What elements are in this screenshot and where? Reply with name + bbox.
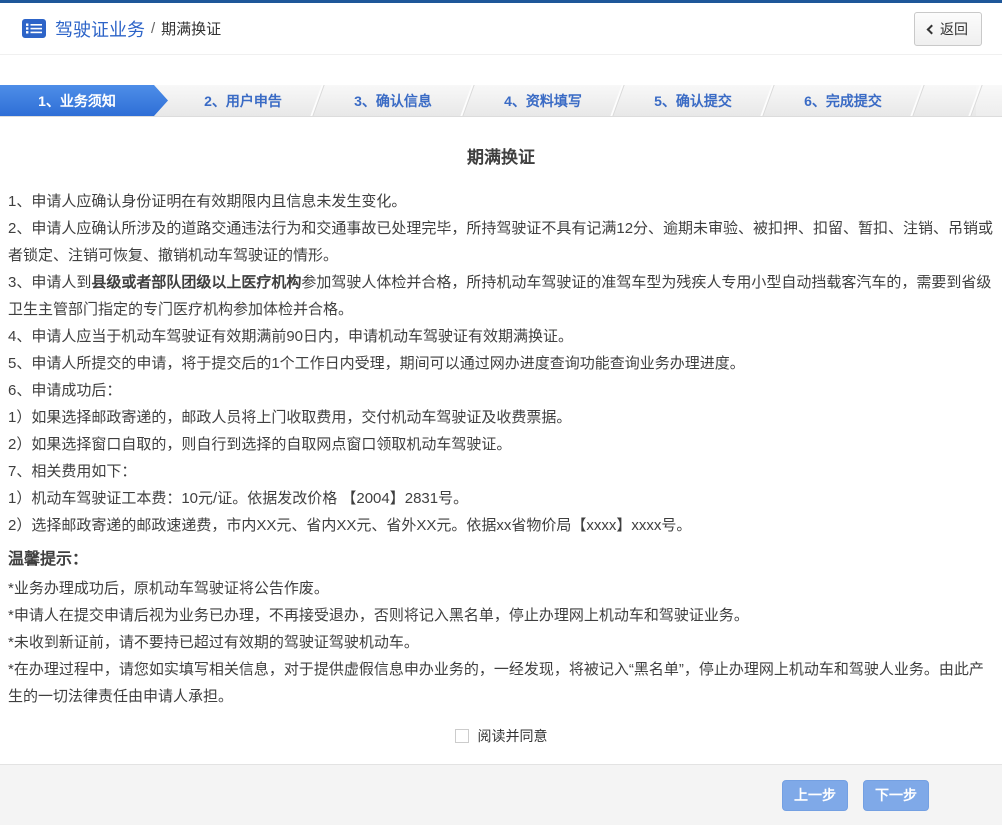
step-label: 3、确认信息 — [354, 92, 432, 109]
step-6-complete-submit: 6、完成提交 — [768, 85, 918, 116]
notice-item-7-sub-2: 2）选择邮政寄递的邮政速递费，市内XX元、省内XX元、省外XX元。依据xx省物价… — [8, 517, 692, 534]
back-button[interactable]: 返回 — [914, 11, 982, 46]
step-3-confirm-info: 3、确认信息 — [318, 85, 468, 116]
back-button-label: 返回 — [940, 20, 968, 37]
notice-item-3: 3、申请人到县级或者部队团级以上医疗机构参加驾驶人体检并合格，所持机动车驾驶证的… — [8, 269, 994, 323]
notice-item-6: 6、申请成功后： — [8, 382, 122, 399]
notice-item-7: 7、相关费用如下： — [8, 463, 137, 480]
notice-3-bold-text: 县级或者部队团级以上医疗机构 — [91, 274, 302, 291]
step-label: 2、用户申告 — [204, 92, 282, 109]
breadcrumb: 驾驶证业务 / 期满换证 — [22, 16, 221, 42]
tips-title: 温馨提示： — [8, 551, 89, 568]
tip-item-1: *业务办理成功后，原机动车驾驶证将公告作废。 — [8, 580, 329, 597]
content-title: 期满换证 — [467, 148, 535, 167]
notice-item-1: 1、申请人应确认身份证明在有效期限内且信息未发生变化。 — [8, 193, 407, 210]
notice-item-5: 5、申请人所提交的申请，将于提交后的1个工作日内受理，期间可以通过网办进度查询功… — [8, 355, 745, 372]
notice-3-prefix: 3、申请人到 — [8, 274, 92, 291]
step-4-fill-materials: 4、资料填写 — [468, 85, 618, 116]
step-5-confirm-submit: 5、确认提交 — [618, 85, 768, 116]
step-label: 6、完成提交 — [804, 92, 882, 109]
step-label: 1、业务须知 — [38, 92, 116, 109]
agree-checkbox-label[interactable]: 阅读并同意 — [478, 726, 548, 746]
header: 驾驶证业务 / 期满换证 返回 — [0, 3, 1002, 55]
agree-checkbox[interactable] — [454, 729, 469, 743]
main-content: 期满换证 1、申请人应确认身份证明在有效期限内且信息未发生变化。 2、申请人应确… — [0, 143, 1002, 746]
notice-item-6-sub-2: 2）如果选择窗口自取的，则自行到选择的自取网点窗口领取机动车驾驶证。 — [8, 436, 512, 453]
tip-item-4: *在办理过程中，请您如实填写相关信息，对于提供虚假信息申办业务的，一经发现，将被… — [8, 661, 984, 705]
step-1-business-notice: 1、业务须知 — [0, 85, 168, 116]
notice-item-6-sub-1: 1）如果选择邮政寄递的，邮政人员将上门收取费用，交付机动车驾驶证及收费票据。 — [8, 409, 572, 426]
tip-item-3: *未收到新证前，请不要持已超过有效期的驾驶证驾驶机动车。 — [8, 634, 419, 651]
tip-item-2: *申请人在提交申请后视为业务已办理，不再接受退办，否则将记入黑名单，停止办理网上… — [8, 607, 749, 624]
step-label: 4、资料填写 — [504, 92, 582, 109]
notice-item-2: 2、申请人应确认所涉及的道路交通违法行为和交通事故已处理完毕，所持驾驶证不具有记… — [8, 220, 994, 264]
license-business-icon — [22, 19, 46, 38]
step-bar-spacer — [918, 85, 976, 116]
breadcrumb-current: 期满换证 — [161, 21, 222, 38]
step-label: 5、确认提交 — [654, 92, 732, 109]
prev-step-button[interactable]: 上一步 — [782, 779, 848, 811]
step-2-user-declaration: 2、用户申告 — [168, 85, 318, 116]
breadcrumb-separator: / — [151, 20, 156, 37]
notice-item-7-sub-1: 1）机动车驾驶证工本费：10元/证。依据发改价格 【2004】2831号。 — [8, 490, 469, 507]
footer-action-bar: 上一步 下一步 — [0, 764, 1002, 825]
notice-item-4: 4、申请人应当于机动车驾驶证有效期满前90日内，申请机动车驾驶证有效期满换证。 — [8, 328, 574, 345]
agreement-row: 阅读并同意 — [8, 726, 994, 746]
page-title: 驾驶证业务 — [55, 19, 145, 40]
back-chevron-icon — [926, 24, 937, 34]
next-step-button[interactable]: 下一步 — [863, 779, 929, 811]
step-progress-bar: 1、业务须知 2、用户申告 3、确认信息 4、资料填写 5、确认提交 6、完成提… — [0, 85, 1002, 117]
